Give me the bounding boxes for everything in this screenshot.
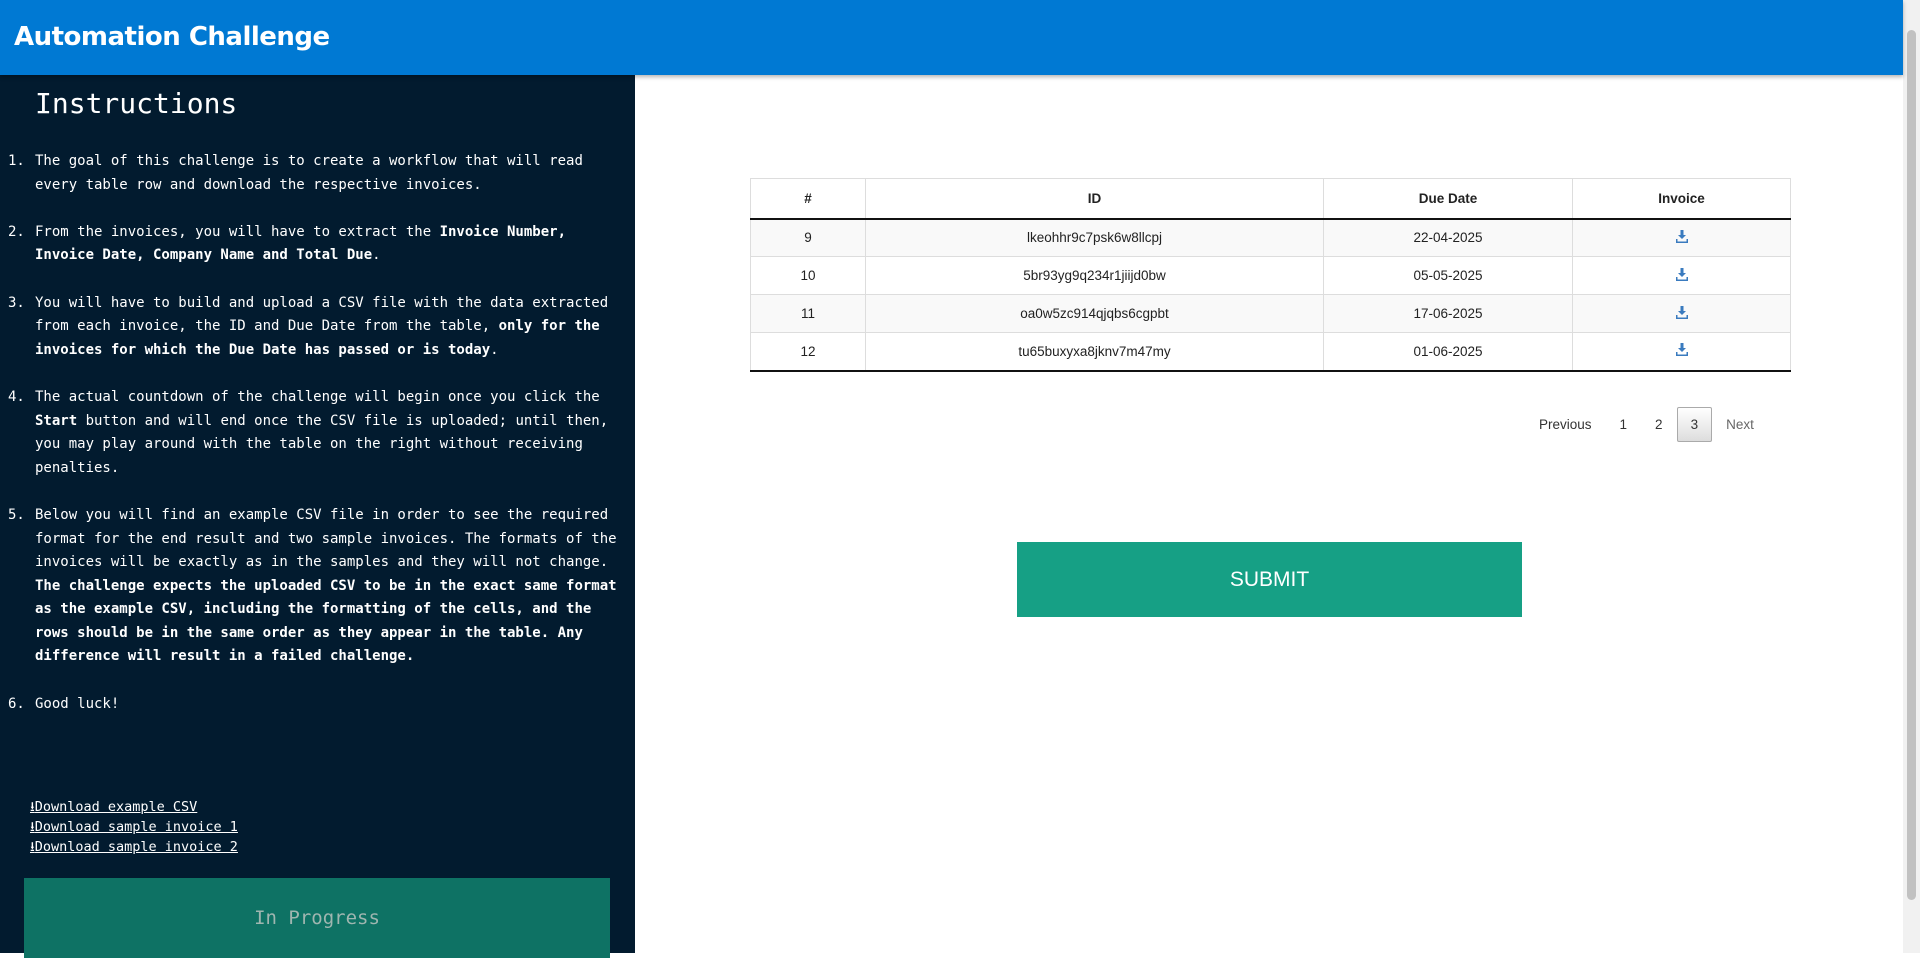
app-header: Automation Challenge	[0, 0, 1903, 75]
instruction-item: 4. The actual countdown of the challenge …	[0, 386, 620, 480]
table-row: 11 oa0w5zc914qjqbs6cgpbt 17-06-2025	[750, 294, 1791, 333]
item-text: The actual countdown of the challenge wi…	[35, 388, 600, 405]
row-due-date: 01-06-2025	[1323, 332, 1573, 372]
instructions-sidebar: Instructions 1. The goal of this challeng…	[0, 75, 635, 958]
download-invoice-icon[interactable]	[1675, 267, 1688, 284]
app-title: Automation Challenge	[14, 22, 330, 52]
pagination-previous[interactable]: Previous	[1525, 407, 1606, 442]
link-label: Download sample invoice 2	[34, 839, 238, 855]
column-header-invoice[interactable]: Invoice	[1572, 178, 1791, 220]
status-button[interactable]: In Progress	[24, 878, 610, 958]
invoice-table: # ID Due Date Invoice 9 lkeohhr9c7psk6w8l…	[750, 178, 1791, 372]
pagination: Previous 1 2 3 Next	[1525, 407, 1768, 442]
instruction-item: 1. The goal of this challenge is to creat…	[0, 150, 620, 197]
table-row: 12 tu65buxyxa8jknv7m47my 01-06-2025	[750, 332, 1791, 372]
item-text: .	[490, 341, 499, 358]
pagination-page-1[interactable]: 1	[1606, 407, 1642, 442]
item-number: 3.	[8, 294, 25, 311]
item-text: Below you will find an example CSV file …	[35, 506, 617, 571]
instructions-title: Instructions	[35, 87, 238, 120]
row-id: tu65buxyxa8jknv7m47my	[865, 332, 1324, 372]
row-invoice	[1572, 332, 1791, 372]
table-row: 9 lkeohhr9c7psk6w8llcpj 22-04-2025	[750, 218, 1791, 257]
row-due-date: 17-06-2025	[1323, 294, 1573, 333]
instruction-item: 5. Below you will find an example CSV fil…	[0, 504, 620, 669]
item-number: 1.	[8, 153, 25, 169]
item-text: button and will end once the CSV file is…	[35, 412, 609, 476]
download-invoice-icon[interactable]	[1675, 343, 1688, 359]
row-number: 12	[750, 332, 866, 372]
row-number: 11	[750, 294, 866, 333]
scrollbar-thumb[interactable]	[1907, 30, 1916, 900]
item-text: From the invoices, you will have to extr…	[35, 223, 440, 240]
instruction-item: 3. You will have to build and upload a CS…	[0, 292, 620, 363]
download-sample-invoice-1-link[interactable]: ⭳Download sample invoice 1	[30, 817, 238, 837]
download-example-csv-link[interactable]: ⭳Download example CSV	[30, 797, 238, 817]
submit-button[interactable]: SUBMIT	[1017, 542, 1522, 617]
instructions-list: 1. The goal of this challenge is to creat…	[0, 150, 620, 740]
row-invoice	[1572, 294, 1791, 333]
download-invoice-icon[interactable]	[1675, 305, 1688, 322]
column-header-id[interactable]: ID	[865, 178, 1324, 220]
instruction-item: 2. From the invoices, you will have to ex…	[0, 221, 620, 268]
item-number: 4.	[8, 388, 25, 405]
table-row: 10 5br93yg9q234r1jiijd0bw 05-05-2025	[750, 256, 1791, 295]
instruction-item: 6. Good luck!	[0, 693, 620, 717]
item-text: The goal of this challenge is to create …	[35, 153, 583, 193]
pagination-page-2[interactable]: 2	[1641, 407, 1677, 442]
item-bold-text: The challenge expects the uploaded CSV t…	[35, 577, 617, 665]
download-invoice-icon[interactable]	[1675, 229, 1688, 246]
item-text: Good luck!	[35, 695, 120, 712]
pagination-page-3[interactable]: 3	[1676, 407, 1713, 442]
row-number: 10	[750, 256, 866, 295]
row-id: oa0w5zc914qjqbs6cgpbt	[865, 294, 1324, 333]
column-header-number[interactable]: #	[750, 178, 866, 220]
row-id: 5br93yg9q234r1jiijd0bw	[865, 256, 1324, 295]
download-links: ⭳Download example CSV ⭳Download sample i…	[30, 797, 238, 857]
item-number: 2.	[8, 223, 25, 240]
scrollbar[interactable]	[1903, 0, 1920, 953]
row-due-date: 22-04-2025	[1323, 218, 1573, 257]
item-number: 5.	[8, 506, 25, 523]
row-due-date: 05-05-2025	[1323, 256, 1573, 295]
item-number: 6.	[8, 695, 25, 712]
download-sample-invoice-2-link[interactable]: ⭳Download sample invoice 2	[30, 837, 238, 857]
column-header-due-date[interactable]: Due Date	[1323, 178, 1573, 220]
item-text: .	[372, 247, 381, 264]
row-id: lkeohhr9c7psk6w8llcpj	[865, 218, 1324, 257]
link-label: Download sample invoice 1	[34, 819, 238, 835]
row-invoice	[1572, 256, 1791, 295]
link-label: Download example CSV	[34, 799, 198, 815]
row-invoice	[1572, 218, 1791, 257]
item-bold-text: Start	[35, 412, 78, 429]
pagination-next[interactable]: Next	[1712, 407, 1768, 442]
row-number: 9	[750, 218, 866, 257]
